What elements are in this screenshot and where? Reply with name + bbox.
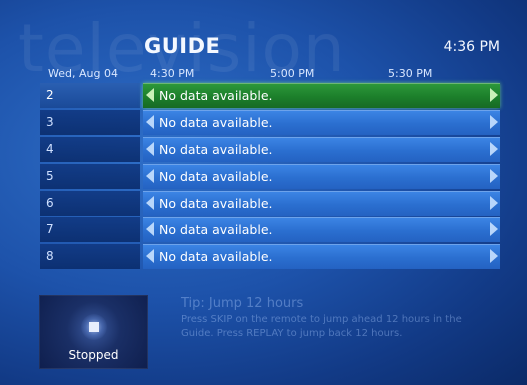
scroll-right-icon bbox=[490, 114, 498, 129]
time-slot-1: 4:30 PM bbox=[150, 67, 195, 80]
scroll-right-icon bbox=[490, 222, 498, 237]
scroll-left-icon bbox=[146, 195, 154, 210]
program-title: No data available. bbox=[159, 114, 273, 130]
program-title: No data available. bbox=[159, 249, 273, 265]
scroll-right-icon bbox=[490, 249, 498, 264]
time-slot-3: 5:30 PM bbox=[388, 67, 433, 80]
program-cell[interactable]: No data available. bbox=[143, 109, 500, 135]
program-cell[interactable]: No data available. bbox=[143, 244, 500, 270]
time-slot-2: 5:00 PM bbox=[270, 67, 315, 80]
guide-row: 6 No data available. bbox=[40, 190, 500, 217]
scroll-left-icon bbox=[146, 222, 154, 237]
channel-number[interactable]: 6 bbox=[40, 190, 140, 216]
program-title: No data available. bbox=[159, 222, 273, 238]
program-cell[interactable]: No data available. bbox=[143, 190, 500, 216]
channel-number[interactable]: 2 bbox=[40, 83, 140, 108]
program-title: No data available. bbox=[159, 88, 273, 103]
program-cell[interactable]: No data available. bbox=[143, 217, 500, 243]
scroll-right-icon bbox=[490, 141, 498, 156]
program-cell[interactable]: No data available. bbox=[143, 83, 500, 108]
channel-number[interactable]: 4 bbox=[40, 136, 140, 162]
tip-panel: Tip: Jump 12 hours Press SKIP on the rem… bbox=[181, 296, 491, 341]
guide-row: 8 No data available. bbox=[40, 244, 500, 270]
program-cell[interactable]: No data available. bbox=[143, 163, 500, 189]
program-cell[interactable]: No data available. bbox=[143, 136, 500, 162]
tip-title: Tip: Jump 12 hours bbox=[181, 296, 304, 311]
clock: 4:36 PM bbox=[443, 39, 500, 55]
guide-row: 2 No data available. bbox=[40, 83, 500, 109]
channel-number[interactable]: 5 bbox=[40, 163, 140, 189]
guide-grid: 2 No data available. 3 No data available… bbox=[40, 83, 500, 271]
page-title: GUIDE bbox=[144, 34, 221, 58]
scroll-right-icon bbox=[490, 168, 498, 183]
scroll-left-icon bbox=[146, 88, 154, 102]
guide-row: 5 No data available. bbox=[40, 163, 500, 190]
channel-number[interactable]: 8 bbox=[40, 244, 140, 270]
guide-row: 7 No data available. bbox=[40, 217, 500, 243]
tip-body: Press SKIP on the remote to jump ahead 1… bbox=[181, 314, 462, 339]
guide-row: 4 No data available. bbox=[40, 136, 500, 163]
playback-status: Stopped bbox=[68, 348, 119, 362]
scroll-right-icon bbox=[490, 88, 498, 102]
scroll-left-icon bbox=[146, 141, 154, 156]
scroll-left-icon bbox=[146, 114, 154, 129]
scroll-left-icon bbox=[146, 168, 154, 183]
scroll-left-icon bbox=[146, 249, 154, 264]
program-title: No data available. bbox=[159, 141, 273, 157]
scroll-right-icon bbox=[490, 195, 498, 210]
guide-date: Wed, Aug 04 bbox=[48, 67, 118, 80]
guide-row: 3 No data available. bbox=[40, 109, 500, 136]
channel-number[interactable]: 7 bbox=[40, 217, 140, 243]
video-preview[interactable]: Stopped bbox=[39, 295, 148, 369]
program-title: No data available. bbox=[159, 195, 273, 211]
program-title: No data available. bbox=[159, 168, 273, 184]
stop-icon bbox=[89, 322, 99, 332]
channel-number[interactable]: 3 bbox=[40, 109, 140, 135]
